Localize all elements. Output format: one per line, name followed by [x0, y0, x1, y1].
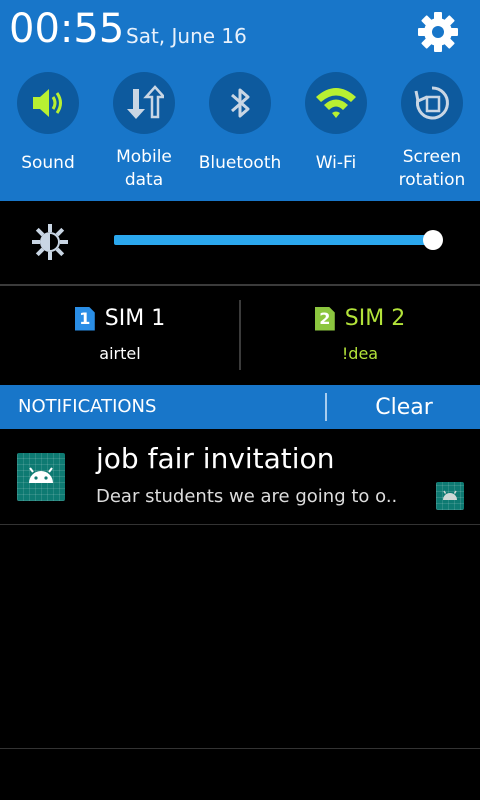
sim-2-name: SIM 2	[344, 306, 406, 331]
sound-label: Sound	[21, 153, 75, 173]
small-app-icon	[436, 482, 464, 510]
sound-toggle[interactable]: Sound	[3, 72, 93, 175]
notification-title: job fair invitation	[96, 442, 335, 475]
sim-2-carrier: !dea	[341, 344, 379, 363]
screen-rotation-toggle[interactable]: Screen rotation	[387, 72, 477, 192]
sim-2-row: 2 SIM 2	[240, 306, 480, 331]
sim-1-name: SIM 1	[104, 306, 166, 331]
sim-1-card[interactable]: 1 SIM 1 airtel	[0, 286, 240, 384]
android-icon	[29, 467, 53, 483]
screen-rotation-label: Screen rotation	[398, 147, 466, 190]
bluetooth-label: Bluetooth	[198, 153, 282, 173]
mobile-data-toggle[interactable]: Mobile data	[99, 72, 189, 192]
brightness-slider-thumb[interactable]	[423, 230, 443, 250]
screen-rotation-icon	[414, 86, 449, 120]
sim-1-carrier: airtel	[99, 344, 141, 363]
screen-rotation-toggle-circle	[401, 72, 463, 134]
sound-icon	[33, 89, 62, 117]
wifi-toggle-circle	[305, 72, 367, 134]
notifications-bar-divider	[325, 393, 327, 421]
android-small-icon	[443, 490, 457, 500]
mobile-data-label: Mobile data	[116, 147, 172, 190]
notifications-title: NOTIFICATIONS	[18, 396, 157, 417]
sim-1-row: 1 SIM 1	[0, 306, 240, 331]
wifi-icon	[316, 88, 356, 118]
clear-button[interactable]: Clear	[328, 385, 480, 429]
sim-2-badge: 2	[314, 306, 335, 331]
sim-1-badge: 1	[74, 306, 95, 331]
brightness-slider[interactable]	[114, 235, 434, 245]
notification-item[interactable]: job fair invitation Dear students we are…	[0, 430, 480, 524]
quick-panel-header: 00:55 Sat, June 16 Sound Mobile data Blu…	[0, 0, 480, 201]
bluetooth-toggle[interactable]: Bluetooth	[195, 72, 285, 175]
bluetooth-icon	[231, 88, 250, 118]
clock: 00:55	[9, 6, 125, 52]
mobile-data-icon	[127, 85, 164, 119]
wifi-toggle[interactable]: Wi-Fi	[291, 72, 381, 175]
date: Sat, June 16	[126, 24, 247, 48]
settings-button[interactable]	[414, 8, 462, 56]
divider	[0, 748, 480, 749]
notifications-bar: NOTIFICATIONS Clear	[0, 385, 480, 429]
sound-toggle-circle	[17, 72, 79, 134]
mobile-data-toggle-circle	[113, 72, 175, 134]
brightness-icon	[32, 224, 68, 260]
sim-2-card[interactable]: 2 SIM 2 !dea	[240, 286, 480, 384]
app-icon	[17, 453, 65, 501]
divider	[0, 524, 480, 525]
gear-icon	[418, 12, 458, 52]
bluetooth-toggle-circle	[209, 72, 271, 134]
notification-text: Dear students we are going to o..	[96, 486, 398, 507]
wifi-label: Wi-Fi	[315, 153, 357, 173]
